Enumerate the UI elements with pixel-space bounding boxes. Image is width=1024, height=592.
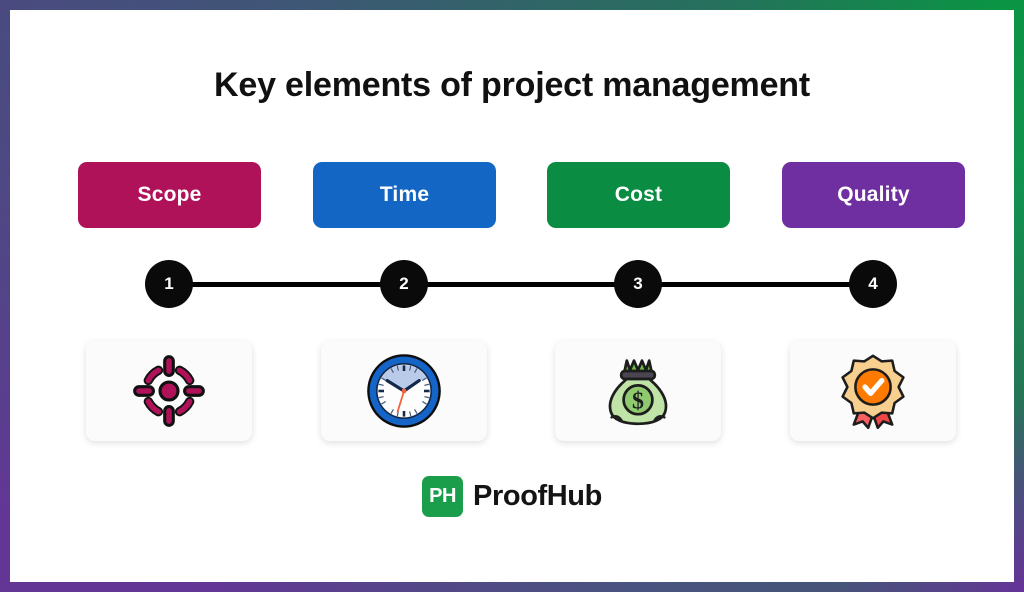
award-ribbon-icon: [833, 351, 913, 431]
timeline-connector-2-3: [404, 282, 638, 287]
node-number: 4: [868, 274, 878, 293]
money-bag-icon: $: [598, 351, 678, 431]
node-number: 3: [633, 274, 643, 293]
node-number: 2: [399, 274, 409, 293]
timeline-node-2[interactable]: 2: [380, 260, 428, 308]
icon-card-time[interactable]: [321, 341, 487, 441]
brand-logo[interactable]: PH ProofHub: [10, 476, 1014, 517]
pill-label: Cost: [614, 183, 663, 206]
brand-name: ProofHub: [473, 480, 602, 512]
infographic-inner: Key elements of project management Scope…: [10, 10, 1014, 582]
node-number: 1: [164, 274, 174, 293]
timeline-node-3[interactable]: 3: [614, 260, 662, 308]
infographic-canvas: Key elements of project management Scope…: [0, 0, 1024, 592]
element-pill-scope[interactable]: Scope: [78, 162, 261, 228]
target-icon: [130, 352, 208, 430]
proofhub-logo-mark: PH: [422, 476, 464, 517]
icon-card-cost[interactable]: $: [555, 341, 721, 441]
pill-label: Quality: [837, 183, 910, 206]
pill-label: Time: [379, 183, 430, 206]
page-title: Key elements of project management: [214, 66, 810, 104]
pill-label: Scope: [137, 183, 202, 206]
svg-text:$: $: [632, 389, 644, 415]
timeline-connector-1-2: [169, 282, 404, 287]
clock-icon: [364, 351, 444, 431]
element-pill-time[interactable]: Time: [313, 162, 496, 228]
icon-card-quality[interactable]: [790, 341, 956, 441]
timeline-node-4[interactable]: 4: [849, 260, 897, 308]
logo-mark-text: PH: [429, 485, 456, 507]
element-pill-cost[interactable]: Cost: [547, 162, 730, 228]
timeline-node-1[interactable]: 1: [145, 260, 193, 308]
element-pill-quality[interactable]: Quality: [782, 162, 965, 228]
timeline-connector-3-4: [638, 282, 873, 287]
icon-card-scope[interactable]: [86, 341, 252, 441]
